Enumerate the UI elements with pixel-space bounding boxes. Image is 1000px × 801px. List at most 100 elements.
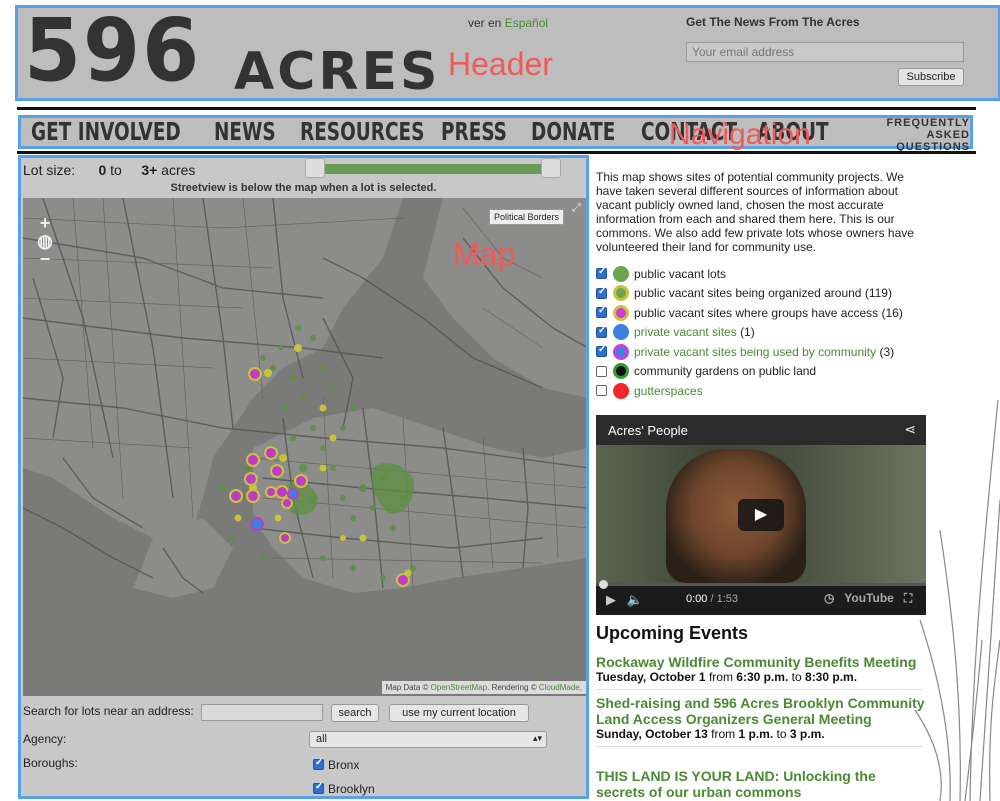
legend-checkbox[interactable] [596, 344, 607, 358]
globe-icon[interactable]: ◍ [35, 232, 55, 250]
agency-select[interactable]: all ▴▾ [309, 731, 547, 748]
legend-item[interactable]: public vacant lots [596, 264, 931, 284]
lot-unit: acres [161, 162, 196, 178]
sidebar: This map shows sites of potential commun… [596, 170, 931, 800]
legend-checkbox[interactable] [596, 365, 607, 377]
lot-size-label: Lot size: [23, 162, 76, 178]
youtube-brand: YouTube [844, 591, 894, 605]
cloudmade-link[interactable]: CloudMade [539, 683, 580, 692]
play-pause-icon[interactable]: ▶ 🔈 [606, 592, 643, 608]
legend-item[interactable]: private vacant sites (1) [596, 323, 931, 343]
legend-link[interactable]: private vacant sites [634, 325, 737, 339]
map-panel: Lot size: 0 to 3+ acres Streetview is be… [18, 155, 589, 799]
lot-size-filter: Lot size: 0 to 3+ acres [23, 162, 195, 178]
nav-faq[interactable]: FREQUENTLY ASKED QUESTIONS [873, 117, 970, 153]
legend-count: (1) [740, 325, 755, 340]
borough-brooklyn[interactable]: Brooklyn [313, 781, 375, 796]
streetview-note: Streetview is below the map when a lot i… [170, 182, 437, 194]
legend-item[interactable]: public vacant sites being organized arou… [596, 284, 931, 304]
email-field[interactable] [686, 42, 964, 62]
event-date: Sunday, October 13 from 1 p.m. to 3 p.m. [596, 727, 926, 741]
red-dot-icon [613, 382, 629, 399]
legend-checkbox[interactable] [596, 305, 607, 319]
video-title[interactable]: Acres' People [608, 423, 688, 438]
event-divider [596, 746, 922, 747]
faq-line1: FREQUENTLY [886, 117, 970, 129]
nav-resources[interactable]: RESOURCES [300, 117, 424, 146]
video-controls: ▶ 🔈 0:00 / 1:53 ◷ YouTube ⛶ [596, 580, 926, 615]
legend-count: (119) [864, 286, 892, 301]
share-icon[interactable]: ⋖ [904, 421, 916, 438]
bronx-label: Bronx [328, 758, 360, 772]
language-prefix: ver en [468, 16, 502, 30]
video-player[interactable]: ▶ Acres' People ⋖ ▶ 🔈 0:00 / 1:53 ◷ YouT… [596, 415, 926, 615]
lot-to: to [110, 162, 122, 178]
faq-line2: ASKED QUESTIONS [896, 129, 970, 153]
event-to: to [791, 670, 802, 684]
intro-text: This map shows sites of potential commun… [596, 170, 914, 254]
subscribe-button[interactable]: Subscribe [898, 68, 964, 86]
map-canvas[interactable]: + ◍ − Political Borders ⤢ Map Map Data ©… [23, 198, 586, 696]
legend-checkbox[interactable] [596, 325, 607, 338]
legend-checkbox[interactable] [596, 286, 607, 299]
nav-overlay-label: Navigation [669, 118, 811, 151]
progress-handle[interactable] [599, 580, 608, 589]
legend-label: public vacant sites where groups have ac… [634, 305, 879, 320]
slider-track [315, 164, 551, 174]
legend-item[interactable]: community gardens on public land [596, 362, 931, 382]
current-location-button[interactable]: use my current location [389, 704, 529, 722]
legend-list: public vacant lots public vacant sites b… [596, 264, 931, 401]
progress-bar[interactable] [596, 580, 926, 589]
lot-max: 3+ [141, 162, 158, 178]
events-heading: Upcoming Events [596, 623, 749, 643]
event-title[interactable]: Shed-raising and 596 Acres Brooklyn Comm… [596, 695, 926, 727]
brooklyn-checkbox[interactable] [313, 781, 324, 794]
magenta-dot-icon [613, 304, 629, 321]
legend-item[interactable]: private vacant sites being used by commu… [596, 342, 931, 362]
osm-link[interactable]: OpenStreetMap [431, 683, 487, 692]
nav-donate[interactable]: DONATE [531, 117, 615, 146]
boroughs-label: Boroughs: [23, 756, 78, 770]
fullscreen-video-icon[interactable]: ⛶ [904, 591, 912, 605]
event-item: Rockaway Wildfire Community Benefits Mee… [596, 654, 926, 690]
political-borders-button[interactable]: Political Borders [488, 209, 564, 225]
nav-press[interactable]: PRESS [441, 117, 507, 146]
event-title[interactable]: Rockaway Wildfire Community Benefits Mee… [596, 654, 926, 670]
fullscreen-icon[interactable]: ⤢ [572, 202, 584, 214]
video-frame[interactable]: ▶ [596, 445, 926, 583]
address-search-input[interactable] [201, 704, 323, 721]
event-date: Tuesday, October 1 from 6:30 p.m. to 8:3… [596, 670, 926, 684]
legend-checkbox[interactable] [596, 266, 607, 280]
nav-news[interactable]: NEWS [214, 117, 276, 146]
event-title[interactable]: THIS LAND IS YOUR LAND: Unlocking the se… [596, 768, 926, 800]
zoom-in-button[interactable]: + [35, 214, 55, 232]
spanish-link[interactable]: Español [505, 16, 548, 30]
legend-checkbox[interactable] [596, 385, 607, 397]
event-day: Tuesday, October 1 [596, 670, 706, 684]
event-item: Shed-raising and 596 Acres Brooklyn Comm… [596, 695, 926, 747]
map-attribution: Map Data © OpenStreetMap. Rendering © Cl… [381, 681, 586, 694]
slider-handle-min[interactable] [305, 158, 325, 178]
zoom-controls: + ◍ − [35, 214, 55, 268]
time-total: 1:53 [716, 593, 739, 605]
event-end: 3 p.m. [789, 727, 825, 741]
settings-icon[interactable]: ◷ [824, 591, 834, 605]
bronx-checkbox[interactable] [313, 757, 324, 770]
legend-item[interactable]: public vacant sites where groups have ac… [596, 303, 931, 323]
legend-label: public vacant lots [634, 266, 727, 281]
blue-magenta-dot-icon [613, 343, 629, 360]
green-yellow-dot-icon [613, 285, 629, 302]
borough-bronx[interactable]: Bronx [313, 757, 360, 772]
brooklyn-label: Brooklyn [328, 782, 375, 796]
youtube-logo[interactable]: ◷ YouTube ⛶ [824, 591, 912, 606]
lot-size-slider[interactable] [303, 158, 563, 178]
event-item: THIS LAND IS YOUR LAND: Unlocking the se… [596, 768, 926, 800]
nav-get-involved[interactable]: GET INVOLVED [31, 117, 181, 146]
play-icon[interactable]: ▶ [738, 499, 784, 531]
slider-handle-max[interactable] [541, 158, 561, 178]
legend-link[interactable]: private vacant sites being used by commu… [634, 345, 876, 359]
legend-link[interactable]: gutterspaces [634, 384, 703, 398]
search-button[interactable]: search [331, 704, 379, 722]
legend-item[interactable]: gutterspaces [596, 381, 931, 401]
zoom-out-button[interactable]: − [35, 250, 55, 268]
